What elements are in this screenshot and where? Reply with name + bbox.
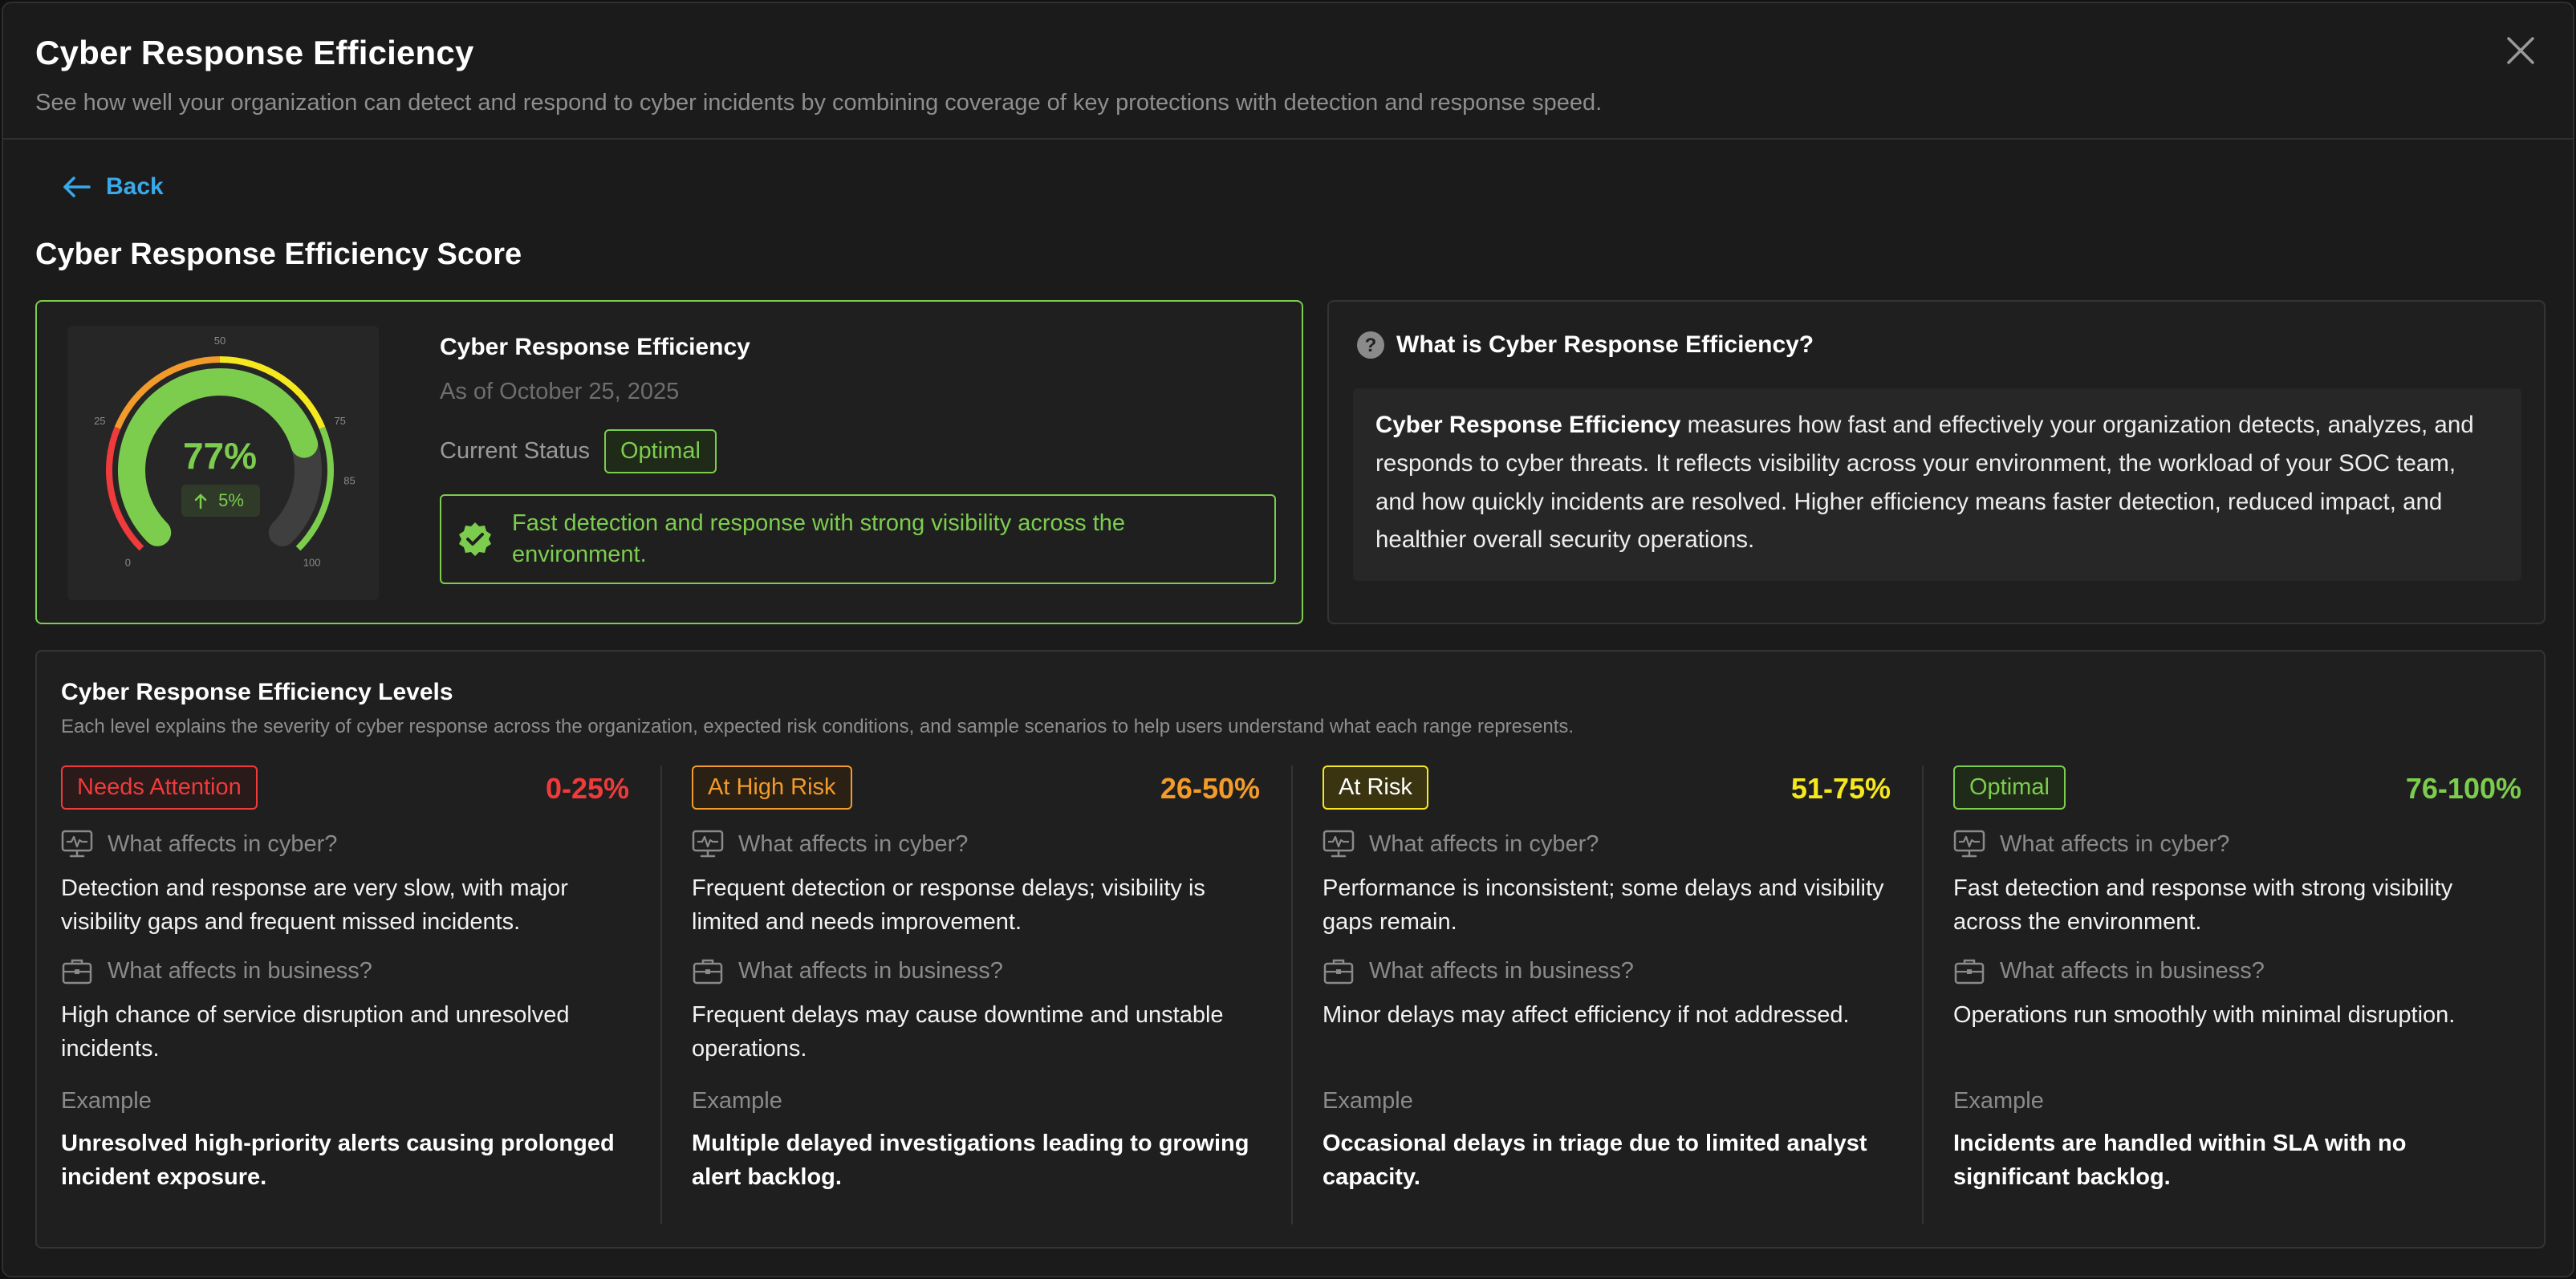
modal-title: Cyber Response Efficiency xyxy=(35,34,474,71)
example-label: Example xyxy=(1323,1088,1413,1114)
gauge-change-text: 5% xyxy=(218,490,244,510)
column-divider xyxy=(1922,765,1924,1224)
business-question-label: What affects in business? xyxy=(1369,957,1634,984)
status-description: Fast detection and response with strong … xyxy=(440,493,1276,584)
level-badge: Optimal xyxy=(1953,765,2066,810)
cyber-description: Performance is inconsistent; some delays… xyxy=(1323,875,1884,936)
cyber-description: Frequent detection or response delays; v… xyxy=(692,875,1205,936)
cyber-question: What affects in cyber? xyxy=(692,830,968,859)
status-label: Current Status xyxy=(440,437,590,464)
verified-badge-icon xyxy=(459,522,491,556)
gauge-tick-label: 100 xyxy=(303,557,321,569)
score-card: 0 25 50 75 85 100 77% 5% Cyber Response … xyxy=(35,300,1303,624)
cyber-question: What affects in cyber? xyxy=(1953,830,2229,859)
svg-text:?: ? xyxy=(1365,335,1377,356)
gauge-value-text: 77% xyxy=(183,435,257,477)
example-label: Example xyxy=(692,1088,782,1114)
level-range: 26-50% xyxy=(1160,772,1260,805)
info-lead: Cyber Response Efficiency xyxy=(1375,412,1681,438)
close-icon xyxy=(2507,37,2534,64)
modal: Cyber Response Efficiency See how well y… xyxy=(2,2,2574,1277)
cyber-question-label: What affects in cyber? xyxy=(108,830,338,857)
level-at-high-risk: At High Risk 26-50% What affects in cybe… xyxy=(692,765,1260,1223)
column-divider xyxy=(1291,765,1293,1224)
levels-subtitle: Each level explains the severity of cybe… xyxy=(61,716,1574,737)
cyber-question-label: What affects in cyber? xyxy=(2000,830,2230,857)
level-needs-attention: Needs Attention 0-25% What affects in cy… xyxy=(61,765,629,1223)
monitor-pulse-icon xyxy=(1323,830,1355,858)
business-question-label: What affects in business? xyxy=(738,957,1003,984)
business-description: Minor delays may affect efficiency if no… xyxy=(1323,1002,1850,1028)
status-row: Current Status Optimal xyxy=(440,429,1276,473)
example-label: Example xyxy=(1953,1088,2044,1114)
help-icon: ? xyxy=(1357,331,1384,359)
example-text: Incidents are handled within SLA with no… xyxy=(1953,1131,2407,1191)
level-badge: At High Risk xyxy=(692,765,852,810)
gauge-tick-label: 85 xyxy=(343,475,355,487)
cyber-description: Detection and response are very slow, wi… xyxy=(61,875,568,936)
level-range: 51-75% xyxy=(1790,772,1891,805)
business-question: What affects in business? xyxy=(1323,956,1634,985)
modal-header: Cyber Response Efficiency See how well y… xyxy=(3,3,2573,140)
column-divider xyxy=(660,765,662,1224)
gauge-tick-label: 25 xyxy=(94,415,105,427)
score-gauge: 0 25 50 75 85 100 77% 5% xyxy=(67,326,379,600)
cyber-question-label: What affects in cyber? xyxy=(1369,830,1599,857)
levels-title: Cyber Response Efficiency Levels xyxy=(61,679,453,705)
gauge-tick-label: 50 xyxy=(214,335,226,347)
arrow-left-icon xyxy=(63,177,91,197)
level-range: 0-25% xyxy=(545,772,629,805)
back-label: Back xyxy=(106,173,164,200)
level-at-risk: At Risk 51-75% What affects in cyber? Pe… xyxy=(1323,765,1891,1223)
info-title: What is Cyber Response Efficiency? xyxy=(1396,331,1814,358)
cyber-question-label: What affects in cyber? xyxy=(738,830,969,857)
info-card: ? What is Cyber Response Efficiency? Cyb… xyxy=(1327,300,2546,624)
cyber-question: What affects in cyber? xyxy=(61,830,337,859)
briefcase-icon xyxy=(62,959,92,985)
example-text: Occasional delays in triage due to limit… xyxy=(1323,1131,1867,1191)
business-question-label: What affects in business? xyxy=(108,957,372,984)
score-date: As of October 25, 2025 xyxy=(440,379,680,404)
business-description: Frequent delays may cause downtime and u… xyxy=(692,1002,1224,1062)
status-description-text: Fast detection and response with strong … xyxy=(512,510,1126,567)
monitor-pulse-icon xyxy=(61,830,93,858)
briefcase-icon xyxy=(693,959,723,985)
gauge-chart: 0 25 50 75 85 100 77% 5% xyxy=(94,335,356,569)
cyber-question: What affects in cyber? xyxy=(1323,830,1599,859)
score-name: Cyber Response Efficiency xyxy=(440,334,750,360)
info-header: ? What is Cyber Response Efficiency? xyxy=(1356,331,1814,359)
section-title: Cyber Response Efficiency Score xyxy=(35,238,522,271)
gauge-tick-label: 75 xyxy=(334,415,345,427)
modal-subtitle: See how well your organization can detec… xyxy=(35,90,1603,116)
example-text: Unresolved high-priority alerts causing … xyxy=(61,1131,615,1191)
monitor-pulse-icon xyxy=(1953,830,1985,858)
level-optimal: Optimal 76-100% What affects in cyber? F… xyxy=(1953,765,2521,1223)
close-button[interactable] xyxy=(2502,32,2539,69)
levels-panel: Cyber Response Efficiency Levels Each le… xyxy=(35,650,2546,1249)
info-body: Cyber Response Efficiency measures how f… xyxy=(1353,388,2521,581)
business-description: High chance of service disruption and un… xyxy=(61,1002,570,1062)
gauge-tick-label: 0 xyxy=(125,557,131,569)
example-text: Multiple delayed investigations leading … xyxy=(692,1131,1249,1191)
business-question: What affects in business? xyxy=(1953,956,2265,985)
status-badge: Optimal xyxy=(603,429,717,473)
back-button[interactable]: Back xyxy=(63,173,164,201)
business-description: Operations run smoothly with minimal dis… xyxy=(1953,1002,2456,1028)
level-badge: At Risk xyxy=(1323,765,1428,810)
example-label: Example xyxy=(61,1088,152,1114)
business-question: What affects in business? xyxy=(61,956,372,985)
monitor-pulse-icon xyxy=(692,830,724,858)
score-info: Cyber Response Efficiency As of October … xyxy=(440,334,1276,584)
level-range: 76-100% xyxy=(2405,772,2521,805)
cyber-description: Fast detection and response with strong … xyxy=(1953,875,2453,936)
briefcase-icon xyxy=(1954,959,1985,985)
business-question-label: What affects in business? xyxy=(2000,957,2265,984)
level-badge: Needs Attention xyxy=(61,765,258,810)
briefcase-icon xyxy=(1323,959,1354,985)
business-question: What affects in business? xyxy=(692,956,1003,985)
